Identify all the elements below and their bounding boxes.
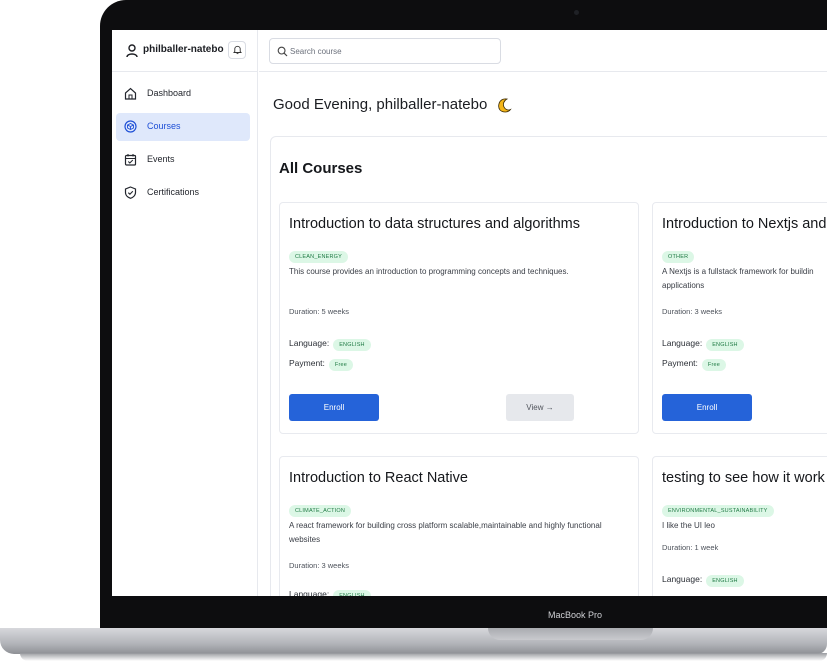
course-card: Introduction to Nextjs and ty OTHER A Ne… (652, 202, 827, 434)
course-payment: Payment: Free (662, 358, 727, 371)
screen-chin (100, 596, 827, 632)
camera-dot (574, 10, 579, 15)
greeting-text: Good Evening, philballer-natebo (273, 96, 488, 113)
course-duration: Duration: 3 weeks (289, 561, 350, 570)
payment-badge: Free (328, 359, 354, 371)
course-title: Introduction to Nextjs and ty (662, 216, 827, 232)
search-placeholder: Search course (290, 47, 342, 56)
category-wrapper: CLEAN_ENERGY (289, 245, 349, 263)
sidebar-item-label: Certifications (147, 187, 200, 197)
category-wrapper: ENVIRONMENTAL_SUSTAINABILITY (662, 499, 774, 517)
category-wrapper: CLIMATE_ACTION (289, 499, 352, 517)
top-bar: Search course (259, 30, 827, 72)
section-title: All Courses (279, 160, 363, 177)
course-description: A react framework for building cross pla… (289, 521, 602, 544)
course-language: Language:ENGLISH (662, 574, 744, 587)
search-input[interactable]: Search course (269, 38, 501, 64)
laptop-base (0, 628, 827, 654)
moon-icon (497, 98, 512, 113)
payment-label: Payment: (662, 358, 698, 368)
sidebar-item-dashboard[interactable]: Dashboard (116, 80, 250, 108)
sidebar-nav: Dashboard Courses Events Certifications (116, 80, 250, 212)
sidebar: philballer-natebo Dashboard Courses Even… (112, 30, 258, 596)
payment-label: Payment: (289, 358, 325, 368)
enroll-button[interactable]: Enroll (289, 394, 379, 421)
language-badge: ENGLISH (706, 339, 744, 351)
language-badge: ENGLISH (706, 575, 744, 587)
calendar-icon (124, 154, 137, 166)
language-badge: ENGLISH (333, 339, 371, 351)
search-icon (277, 46, 288, 57)
sidebar-item-courses[interactable]: Courses (116, 113, 250, 141)
course-title: testing to see how it work (662, 470, 825, 486)
course-card: Introduction to data structures and algo… (279, 202, 639, 434)
course-description: This course provides an introduction to … (289, 267, 569, 276)
language-label: Language: (662, 574, 703, 584)
laptop-mockup: philballer-natebo Dashboard Courses Even… (0, 0, 827, 667)
category-badge: OTHER (662, 251, 695, 263)
username: philballer-natebo (143, 44, 224, 55)
category-badge: CLIMATE_ACTION (289, 505, 352, 517)
sidebar-item-certifications[interactable]: Certifications (116, 179, 250, 207)
payment-badge: Free (701, 359, 727, 371)
course-title: Introduction to React Native (289, 470, 468, 486)
course-language: Language:ENGLISH (662, 338, 744, 351)
sidebar-item-label: Events (147, 154, 175, 164)
category-wrapper: OTHER (662, 245, 695, 263)
shield-check-icon (124, 186, 137, 199)
language-label: Language: (662, 338, 703, 348)
page-greeting: Good Evening, philballer-natebo (273, 96, 512, 113)
course-duration: Duration: 5 weeks (289, 307, 350, 316)
course-description: A Nextjs is a fullstack framework for bu… (662, 267, 814, 290)
category-badge: CLEAN_ENERGY (289, 251, 349, 263)
course-description: I like the UI leo (662, 521, 715, 530)
laptop-shadow (20, 653, 827, 661)
user-icon (126, 44, 138, 58)
course-duration: Duration: 1 week (662, 543, 719, 552)
course-payment: Payment: Free (289, 358, 354, 371)
language-label: Language: (289, 338, 330, 348)
course-title: Introduction to data structures and algo… (289, 216, 580, 232)
course-duration: Duration: 3 weeks (662, 307, 723, 316)
home-icon (124, 87, 137, 100)
enroll-button[interactable]: Enroll (662, 394, 752, 421)
sidebar-item-label: Dashboard (147, 88, 192, 98)
view-button[interactable]: View → (506, 394, 574, 421)
user-bar: philballer-natebo (112, 30, 258, 72)
category-badge: ENVIRONMENTAL_SUSTAINABILITY (662, 505, 774, 517)
cube-icon (124, 120, 137, 133)
laptop-hinge-notch (488, 628, 653, 640)
bell-icon (232, 45, 242, 55)
notifications-button[interactable] (228, 41, 246, 59)
course-language: Language:ENGLISH (289, 338, 371, 351)
device-label: MacBook Pro (547, 610, 603, 620)
sidebar-item-events[interactable]: Events (116, 146, 250, 174)
sidebar-item-label: Courses (147, 121, 181, 131)
